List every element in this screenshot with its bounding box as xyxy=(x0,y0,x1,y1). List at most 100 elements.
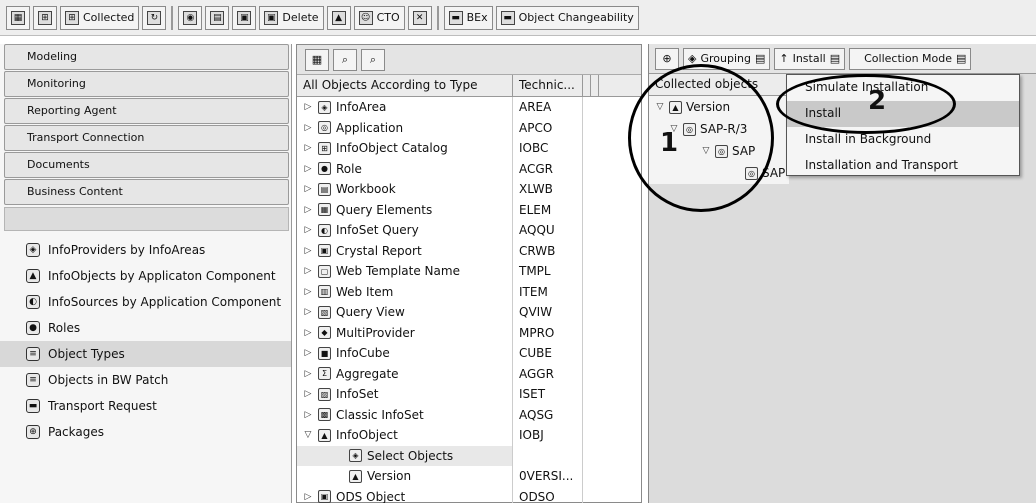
expand-triangle-icon[interactable]: ▷ xyxy=(303,205,313,215)
object-type-row[interactable]: ▷ ⊞ InfoObject Catalog IOBC xyxy=(297,138,641,159)
object-type-row[interactable]: ▷ ▤ Workbook XLWB xyxy=(297,179,641,200)
object-type-row[interactable]: ▷ ◆ MultiProvider MPRO xyxy=(297,322,641,343)
object-type-name-cell[interactable]: ◈ Select Objects xyxy=(297,445,513,466)
nav-item-bw-patch[interactable]: ≡ Objects in BW Patch xyxy=(0,367,291,393)
detail-button[interactable]: ▤ xyxy=(205,5,230,30)
object-type-name-cell[interactable]: ▲ Version xyxy=(297,466,513,487)
object-type-name-cell[interactable]: ▷ ▢ Web Template Name xyxy=(297,261,513,282)
object-changeability-button[interactable]: ▬ Object Changeability xyxy=(495,5,639,30)
object-type-name-cell[interactable]: ▷ ◐ InfoSet Query xyxy=(297,220,513,241)
object-type-row[interactable]: ▷ ● Role ACGR xyxy=(297,158,641,179)
nav-button-reporting-agent[interactable]: Reporting Agent xyxy=(4,98,289,124)
expand-triangle-icon[interactable]: ▷ xyxy=(303,246,313,256)
nav-button-monitoring[interactable]: Monitoring xyxy=(4,71,289,97)
object-type-name-cell[interactable]: ▷ ⊞ InfoObject Catalog xyxy=(297,138,513,159)
object-type-row[interactable]: ▷ ▦ Query Elements ELEM xyxy=(297,199,641,220)
nav-item-transport-request[interactable]: ▬ Transport Request xyxy=(0,393,291,419)
object-type-name-cell[interactable]: ▷ ◆ MultiProvider xyxy=(297,322,513,343)
object-type-name-cell[interactable]: ▷ ▩ Classic InfoSet xyxy=(297,404,513,425)
object-type-row[interactable]: ▽ ▲ InfoObject IOBJ xyxy=(297,425,641,446)
object-type-row[interactable]: ▷ ▣ Crystal Report CRWB xyxy=(297,240,641,261)
nav-button-modeling[interactable]: Modeling xyxy=(4,44,289,70)
expand-triangle-icon[interactable]: ▷ xyxy=(303,369,313,379)
delete-button[interactable]: ▣ Delete xyxy=(259,5,324,30)
close-view-button[interactable]: ✕ xyxy=(407,5,432,30)
user-icon: ☺ xyxy=(358,10,373,25)
column-header-technical[interactable]: Technic... xyxy=(513,75,583,96)
install-dropdown[interactable]: ↑ Install ▤ xyxy=(774,47,846,70)
expand-triangle-icon[interactable]: ▷ xyxy=(303,348,313,358)
column-header-objects[interactable]: All Objects According to Type xyxy=(297,75,513,96)
find-button[interactable]: ⌕ xyxy=(333,48,357,71)
technical-name-cell: MPRO xyxy=(513,322,583,343)
object-type-row[interactable]: ▷ ■ InfoCube CUBE xyxy=(297,343,641,364)
nav-item-infoproviders[interactable]: ◈ InfoProviders by InfoAreas xyxy=(0,237,291,263)
menu-item-installation-and-transport[interactable]: Installation and Transport xyxy=(787,153,1019,179)
object-type-name-cell[interactable]: ▷ ◎ Application xyxy=(297,117,513,138)
object-type-row[interactable]: ◈ Select Objects xyxy=(297,445,641,466)
object-type-name-cell[interactable]: ▷ ▤ Workbook xyxy=(297,179,513,200)
expand-triangle-icon[interactable]: ▷ xyxy=(303,389,313,399)
nav-button-documents[interactable]: Documents xyxy=(4,152,289,178)
collapse-triangle-icon[interactable]: ▽ xyxy=(303,430,313,440)
bex-button[interactable]: ▬ BEx xyxy=(443,5,493,30)
object-type-name-cell[interactable]: ▷ ◈ InfoArea xyxy=(297,97,513,118)
object-type-label: InfoCube xyxy=(336,346,390,361)
layout-button[interactable]: ▦ xyxy=(6,5,30,30)
infoobject-button[interactable]: ▲ xyxy=(326,5,351,30)
hierarchy-button[interactable]: ⊞ xyxy=(33,5,57,30)
select-button[interactable]: ◉ xyxy=(178,5,203,30)
expand-triangle-icon[interactable]: ▷ xyxy=(303,123,313,133)
transport-button[interactable]: ▣ xyxy=(232,5,257,30)
object-type-row[interactable]: ▷ ▣ ODS Object ODSO xyxy=(297,486,641,503)
object-type-name-cell[interactable]: ▷ ▧ Query View xyxy=(297,302,513,323)
nav-item-object-types[interactable]: ≡ Object Types xyxy=(0,341,291,367)
expand-triangle-icon[interactable]: ▷ xyxy=(303,143,313,153)
object-type-row[interactable]: ▷ ▥ Web Item ITEM xyxy=(297,281,641,302)
ods-icon: ▣ xyxy=(318,490,331,503)
object-type-row[interactable]: ▷ ▩ Classic InfoSet AQSG xyxy=(297,404,641,425)
expand-triangle-icon[interactable]: ▷ xyxy=(303,328,313,338)
collected-button[interactable]: ⊞ Collected xyxy=(60,5,140,30)
expand-triangle-icon[interactable]: ▷ xyxy=(303,164,313,174)
object-type-name-cell[interactable]: ▷ ▥ Web Item xyxy=(297,281,513,302)
object-type-name-cell[interactable]: ▷ ▦ Query Elements xyxy=(297,199,513,220)
nav-item-infoobjects[interactable]: ▲ InfoObjects by Applicaton Component xyxy=(0,263,291,289)
object-type-row[interactable]: ▷ ◐ InfoSet Query AQQU xyxy=(297,220,641,241)
refresh-button[interactable]: ↻ xyxy=(142,5,167,30)
expand-triangle-icon[interactable]: ▷ xyxy=(303,410,313,420)
nav-item-packages[interactable]: ⊕ Packages xyxy=(0,419,291,445)
expand-triangle-icon[interactable]: ▷ xyxy=(303,307,313,317)
object-type-row[interactable]: ▷ ▧ Query View QVIW xyxy=(297,302,641,323)
object-type-name-cell[interactable]: ▷ ▣ Crystal Report xyxy=(297,240,513,261)
expand-button[interactable]: ▦ xyxy=(305,48,329,71)
object-type-name-cell[interactable]: ▷ ▨ InfoSet xyxy=(297,384,513,405)
object-type-row[interactable]: ▷ ▨ InfoSet ISET xyxy=(297,384,641,405)
collection-mode-dropdown[interactable]: Collection Mode ▤ xyxy=(849,47,972,70)
nav-item-infosources[interactable]: ◐ InfoSources by Application Component xyxy=(0,289,291,315)
expand-triangle-icon[interactable]: ▷ xyxy=(303,102,313,112)
cto-button[interactable]: ☺ CTO xyxy=(353,5,405,30)
object-type-row[interactable]: ▲ Version 0VERSI... xyxy=(297,466,641,487)
expand-triangle-icon[interactable]: ▷ xyxy=(303,287,313,297)
object-type-row[interactable]: ▷ Σ Aggregate AGGR xyxy=(297,363,641,384)
object-type-row[interactable]: ▷ ◈ InfoArea AREA xyxy=(297,97,641,118)
object-type-row[interactable]: ▷ ◎ Application APCO xyxy=(297,117,641,138)
expand-triangle-icon[interactable]: ▷ xyxy=(303,492,313,502)
object-type-name-cell[interactable]: ▷ Σ Aggregate xyxy=(297,363,513,384)
object-type-row[interactable]: ▷ ▢ Web Template Name TMPL xyxy=(297,261,641,282)
find-next-button[interactable]: ⌕ xyxy=(361,48,385,71)
legend-button[interactable]: ⊕ xyxy=(655,47,679,70)
nav-item-roles[interactable]: ● Roles xyxy=(0,315,291,341)
object-type-name-cell[interactable]: ▷ ▣ ODS Object xyxy=(297,486,513,503)
find-icon: ⌕ xyxy=(341,52,349,66)
nav-button-business-content[interactable]: Business Content xyxy=(4,179,289,205)
expand-triangle-icon[interactable]: ▷ xyxy=(303,266,313,276)
object-type-name-cell[interactable]: ▽ ▲ InfoObject xyxy=(297,425,513,446)
object-type-label: InfoSet xyxy=(336,387,379,402)
object-type-name-cell[interactable]: ▷ ● Role xyxy=(297,158,513,179)
object-type-name-cell[interactable]: ▷ ■ InfoCube xyxy=(297,343,513,364)
nav-button-transport-connection[interactable]: Transport Connection xyxy=(4,125,289,151)
expand-triangle-icon[interactable]: ▷ xyxy=(303,184,313,194)
expand-triangle-icon[interactable]: ▷ xyxy=(303,225,313,235)
